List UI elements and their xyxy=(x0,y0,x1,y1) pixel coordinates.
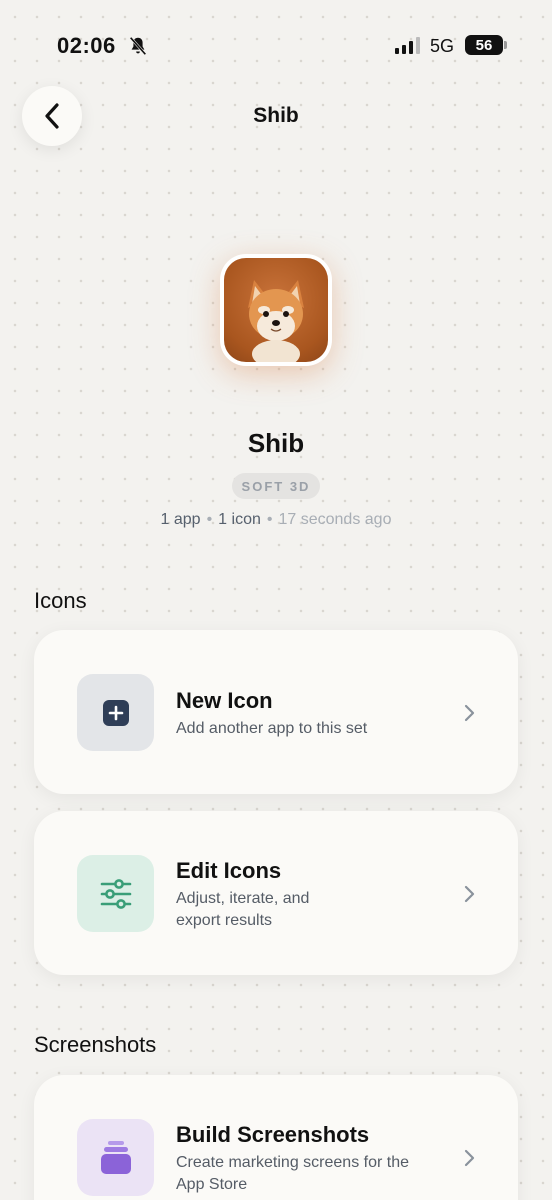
signal-icon xyxy=(395,36,420,54)
new-icon-title: New Icon xyxy=(176,688,273,713)
edit-icons-card[interactable]: Edit Icons Adjust, iterate, and export r… xyxy=(34,811,518,975)
build-screenshots-tile xyxy=(77,1119,154,1196)
edit-icons-title: Edit Icons xyxy=(176,858,282,883)
edit-icons-subtitle: Adjust, iterate, and export results xyxy=(176,890,310,929)
updated-time: 17 seconds ago xyxy=(278,511,392,528)
section-title-icons: Icons xyxy=(34,588,87,613)
chevron-right-icon xyxy=(464,885,475,903)
plus-square-icon xyxy=(102,699,129,726)
build-screenshots-subtitle: Create marketing screens for the App Sto… xyxy=(176,1154,409,1193)
bell-slash-icon xyxy=(129,36,147,56)
battery-icon: 56 xyxy=(465,35,507,55)
sliders-icon xyxy=(100,878,131,909)
chevron-right-icon xyxy=(464,1149,475,1167)
build-screenshots-title: Build Screenshots xyxy=(176,1122,370,1147)
battery-level: 56 xyxy=(475,36,493,54)
separator-dot: • xyxy=(266,511,273,528)
stack-icon xyxy=(100,1140,131,1174)
style-badge: SOFT 3D xyxy=(232,473,320,499)
new-icon-card[interactable]: New Icon Add another app to this set xyxy=(34,630,518,794)
nav-title: Shib xyxy=(253,104,299,127)
new-icon-subtitle: Add another app to this set xyxy=(176,720,368,737)
app-meta: 1 app • 1 icon • 17 seconds ago xyxy=(0,511,552,529)
shiba-icon xyxy=(224,258,328,362)
section-title-screenshots: Screenshots xyxy=(34,1032,157,1057)
icon-count: 1 icon xyxy=(218,511,261,528)
chevron-right-icon xyxy=(464,704,475,722)
build-screenshots-card[interactable]: Build Screenshots Create marketing scree… xyxy=(34,1075,518,1200)
new-icon-tile xyxy=(77,674,154,751)
edit-icons-tile xyxy=(77,855,154,932)
status-bar: 02:06 5G 56 xyxy=(0,0,552,80)
app-count: 1 app xyxy=(160,511,201,528)
app-name: Shib xyxy=(247,428,305,458)
status-time: 02:06 xyxy=(57,33,116,58)
app-icon-preview[interactable] xyxy=(220,254,332,366)
separator-dot: • xyxy=(206,511,213,528)
network-type: 5G xyxy=(430,36,455,56)
